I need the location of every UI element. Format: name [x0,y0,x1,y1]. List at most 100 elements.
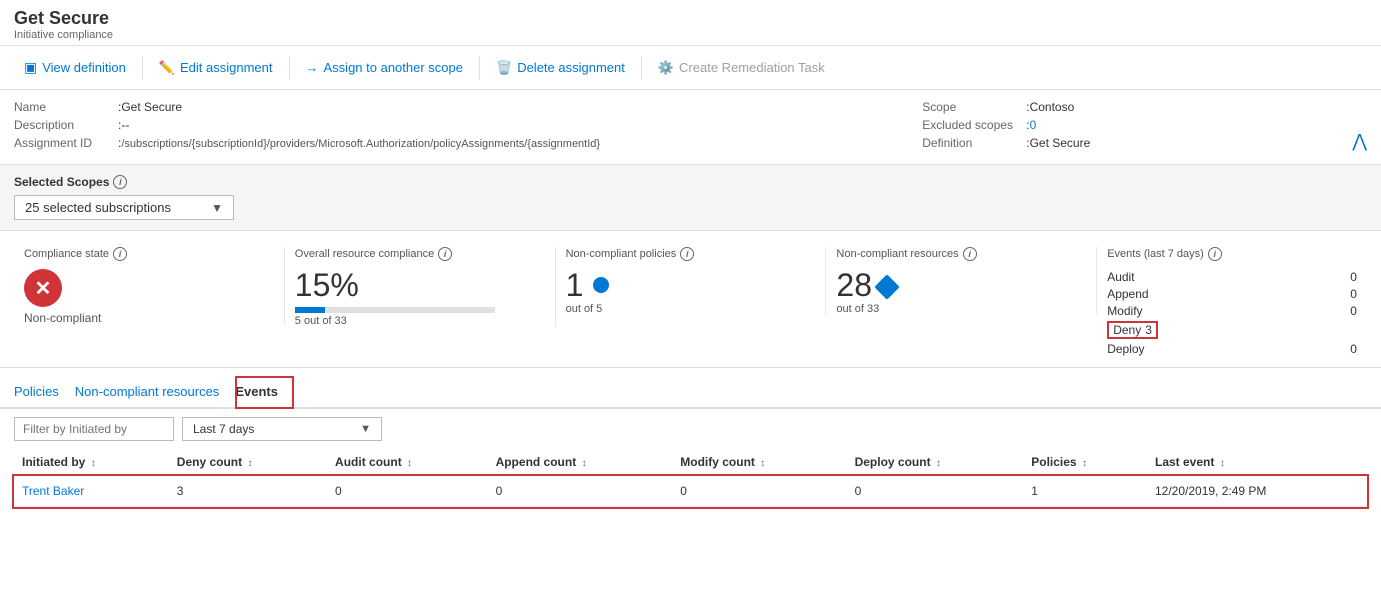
toolbar-separator-2 [289,56,290,80]
name-row: Name : Get Secure [14,100,902,114]
edit-assignment-label: Edit assignment [180,60,273,75]
cell-deploy-count: 0 [847,476,1024,507]
sort-deploy-count-icon[interactable]: ↕ [936,458,941,469]
non-compliant-policies-value: 1 [566,269,584,301]
cell-policies: 1 [1023,476,1147,507]
tab-non-compliant-resources[interactable]: Non-compliant resources [75,376,236,409]
non-compliant-icon: ✕ [24,269,62,307]
deploy-value: 0 [1350,342,1357,356]
assignment-id-value: /subscriptions/{subscriptionId}/provider… [121,138,600,150]
definition-label: Definition [922,136,1022,150]
scopes-dropdown[interactable]: 25 selected subscriptions ▼ [14,195,234,220]
deploy-label: Deploy [1107,342,1144,356]
events-info-icon[interactable]: i [1208,247,1222,261]
th-policies: Policies ↕ [1023,449,1147,476]
page-subtitle: Initiative compliance [14,29,1367,41]
th-append-count: Append count ↕ [488,449,673,476]
non-compliant-policies-block: Non-compliant policies i 1 out of 5 [556,247,827,315]
tabs-section: Policies Non-compliant resources Events [0,376,1381,409]
description-value: -- [121,118,129,132]
non-compliant-policies-detail: out of 5 [566,303,816,315]
metadata-section: Name : Get Secure Description : -- Assig… [0,90,1381,165]
th-modify-count: Modify count ↕ [672,449,846,476]
create-remediation-button[interactable]: ⚙️ Create Remediation Task [644,46,839,89]
initiated-by-link[interactable]: Trent Baker [22,484,84,498]
excluded-scopes-value[interactable]: 0 [1030,118,1037,132]
date-range-value: Last 7 days [193,422,254,436]
policy-icon [593,277,609,293]
append-event-row: Append 0 [1107,286,1357,302]
toolbar-separator-1 [142,56,143,80]
assign-scope-button[interactable]: → Assign to another scope [292,46,477,89]
sort-append-count-icon[interactable]: ↕ [582,458,587,469]
name-value: Get Secure [121,100,182,114]
edit-icon: ✏️ [159,60,175,76]
tab-events[interactable]: Events [235,376,294,409]
delete-assignment-label: Delete assignment [517,60,625,75]
sort-policies-icon[interactable]: ↕ [1082,458,1087,469]
sort-deny-count-icon[interactable]: ↕ [247,458,252,469]
compliance-state-value: Non-compliant [24,311,274,325]
collapse-button[interactable]: ⋀ [1352,129,1367,154]
scopes-selected-value: 25 selected subscriptions [25,200,171,215]
cell-modify-count: 0 [672,476,846,507]
th-audit-count: Audit count ↕ [327,449,488,476]
sort-last-event-icon[interactable]: ↕ [1220,458,1225,469]
deny-highlight: Deny 3 [1107,321,1158,339]
table-section: Initiated by ↕ Deny count ↕ Audit count … [0,449,1381,507]
resource-icon [874,274,899,299]
stats-section: Compliance state i ✕ Non-compliant Overa… [0,231,1381,368]
deny-value: 3 [1145,323,1152,337]
definition-value: Get Secure [1030,136,1091,150]
th-deploy-count: Deploy count ↕ [847,449,1024,476]
page-header: Get Secure Initiative compliance [0,0,1381,46]
modify-label: Modify [1107,304,1142,318]
description-row: Description : -- [14,118,902,132]
filter-initiated-by-input[interactable] [14,417,174,441]
ncp-info-icon[interactable]: i [680,247,694,261]
compliance-state-title: Compliance state i [24,247,274,261]
scope-row: Scope : Contoso [922,100,1322,114]
delete-icon: 🗑️ [496,60,512,76]
modify-value: 0 [1350,304,1357,318]
table-row: Trent Baker 3 0 0 0 0 1 12/20/2019, 2:49… [14,476,1367,507]
ncr-info-icon[interactable]: i [963,247,977,261]
cell-initiated-by: Trent Baker [14,476,169,507]
metadata-left: Name : Get Secure Description : -- Assig… [14,100,902,154]
deploy-event-row: Deploy 0 [1107,341,1357,357]
edit-assignment-button[interactable]: ✏️ Edit assignment [145,46,287,89]
view-definition-button[interactable]: ▣ View definition [10,46,140,89]
overall-percent: 15% [295,269,545,301]
sort-audit-count-icon[interactable]: ↕ [407,458,412,469]
date-range-chevron-icon: ▼ [360,423,371,435]
scope-value: Contoso [1030,100,1075,114]
remediation-icon: ⚙️ [658,60,674,76]
sort-modify-count-icon[interactable]: ↕ [760,458,765,469]
cell-append-count: 0 [488,476,673,507]
cell-deny-count: 3 [169,476,327,507]
view-definition-label: View definition [42,60,126,75]
date-range-dropdown[interactable]: Last 7 days ▼ [182,417,382,441]
delete-assignment-button[interactable]: 🗑️ Delete assignment [482,46,639,89]
overall-resource-info-icon[interactable]: i [438,247,452,261]
create-remediation-label: Create Remediation Task [679,60,825,75]
tab-policies[interactable]: Policies [14,376,75,409]
events-title: Events (last 7 days) i [1107,247,1357,261]
assign-scope-label: Assign to another scope [324,60,463,75]
table-header: Initiated by ↕ Deny count ↕ Audit count … [14,449,1367,476]
filter-row: Last 7 days ▼ [0,409,1381,449]
scopes-info-icon[interactable]: i [113,175,127,189]
th-initiated-by: Initiated by ↕ [14,449,169,476]
deny-event-row: Deny 3 [1107,320,1357,340]
assignment-id-label: Assignment ID [14,136,114,150]
overall-resource-block: Overall resource compliance i 15% 5 out … [285,247,556,327]
scopes-section: Selected Scopes i 25 selected subscripti… [0,165,1381,231]
sort-initiated-by-icon[interactable]: ↕ [91,458,96,469]
events-grid: Audit 0 Append 0 Modify 0 Deny 3 Deploy … [1107,269,1357,357]
progress-bar-fill [295,307,325,313]
compliance-state-info-icon[interactable]: i [113,247,127,261]
non-compliant-resources-value: 28 [836,269,872,301]
audit-label: Audit [1107,270,1134,284]
overall-detail: 5 out of 33 [295,315,545,327]
cell-audit-count: 0 [327,476,488,507]
